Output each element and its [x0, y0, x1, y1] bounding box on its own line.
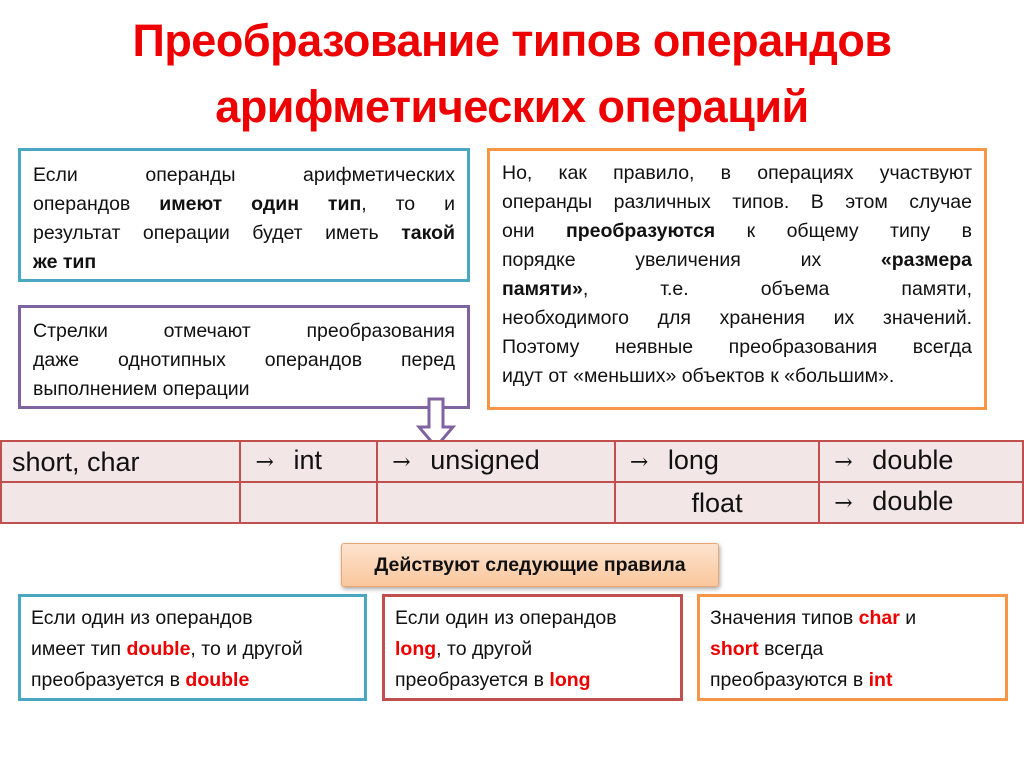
text: операнды различных типов. В этом случае	[502, 191, 972, 213]
text-line: памяти», т.е. объема памяти,	[502, 275, 972, 304]
table-cell	[0, 481, 242, 524]
text-line: Стрелки отмечают преобразования	[33, 317, 455, 346]
text: Поэтому неявные преобразования всегда	[502, 336, 972, 358]
text: результат операции будет иметь	[33, 222, 402, 244]
text: необходимого для хранения их значений.	[502, 307, 972, 329]
text: они	[502, 220, 566, 242]
text: к общему типу в	[715, 220, 972, 242]
type-conversion-table: short, char → int → unsigned → long → double…	[0, 440, 1024, 524]
text-line: long, то другой	[395, 634, 670, 665]
bold-text: «размера	[880, 249, 972, 271]
type-label: short, char	[12, 446, 140, 477]
type-label: int	[293, 445, 322, 475]
text: Если один из операндов	[31, 607, 253, 629]
table-cell: → double	[818, 440, 1024, 483]
text-line: Если операнды арифметических	[33, 161, 455, 190]
text-line: даже однотипных операндов перед	[33, 346, 455, 375]
text: операндов	[33, 193, 160, 215]
table-row: short, char → int → unsigned → long → double	[0, 440, 1024, 483]
text-line: short всегда	[710, 634, 995, 665]
text-line: операндов имеют один тип, то и	[33, 190, 455, 219]
highlight-type: double	[126, 638, 191, 660]
text-line: они преобразуются к общему типу в	[502, 217, 972, 246]
highlight-type: double	[185, 669, 250, 691]
text: , то и	[361, 193, 455, 215]
text: всегда	[758, 638, 824, 660]
bold-text: такой	[401, 222, 455, 244]
text-line: необходимого для хранения их значений.	[502, 304, 972, 333]
table-cell: → unsigned	[376, 440, 616, 483]
text-line: же тип	[33, 248, 455, 277]
text: Стрелки отмечают преобразования	[33, 320, 455, 342]
text-line: порядке увеличения их «размера	[502, 246, 972, 275]
text: , то другой	[436, 638, 533, 660]
rule-char-short: Значения типов char и short всегда преоб…	[697, 594, 1008, 701]
table-cell: → long	[613, 440, 821, 483]
text-line: Значения типов char и	[710, 603, 995, 634]
text-line: преобразуется в long	[395, 665, 670, 696]
text: и	[899, 607, 917, 629]
arrow-icon: →	[255, 450, 274, 475]
table-cell: → int	[239, 440, 379, 483]
text: выполнением операции	[33, 378, 250, 400]
bold-text: преобразуются	[565, 220, 716, 242]
bold-text: имеют один тип	[159, 193, 362, 215]
title-line-1: Преобразование типов операндов	[132, 15, 892, 66]
table-cell: → double	[818, 481, 1024, 524]
text-line: имеет тип double, то и другой	[31, 634, 354, 665]
type-label: float	[691, 487, 743, 518]
arrow-icon: →	[834, 450, 853, 475]
highlight-type: int	[868, 669, 893, 691]
text-line: выполнением операции	[33, 375, 455, 404]
text-line: Поэтому неявные преобразования всегда	[502, 333, 972, 362]
text: Значения типов	[710, 607, 859, 629]
text: даже однотипных операндов перед	[33, 349, 455, 371]
rule-double: Если один из операндов имеет тип double,…	[18, 594, 367, 701]
arrow-icon: →	[392, 450, 411, 475]
type-label: double	[872, 486, 954, 516]
text: преобразуется в	[395, 669, 550, 691]
bold-text: памяти»	[502, 278, 583, 300]
text-line: преобразуется в double	[31, 665, 354, 696]
text-line: операнды различных типов. В этом случае	[502, 188, 972, 217]
highlight-type: long	[395, 638, 437, 660]
arrow-icon: →	[834, 491, 853, 516]
rule-long: Если один из операндов long, то другой п…	[382, 594, 683, 701]
table-cell: short, char	[0, 440, 242, 483]
bold-text: же тип	[33, 251, 97, 273]
text: Если операнды арифметических	[33, 164, 455, 186]
type-label: long	[667, 445, 719, 475]
type-label: double	[872, 445, 954, 475]
text: идут от «меньших» объектов к «большим».	[502, 365, 895, 387]
text: преобразуется в	[31, 669, 186, 691]
same-type-note: Если операнды арифметических операндов и…	[18, 148, 470, 282]
slide-title: Преобразование типов операндов арифметич…	[0, 8, 1024, 140]
text-line: Если один из операндов	[31, 603, 354, 634]
table-cell	[376, 481, 616, 524]
highlight-type: char	[858, 607, 900, 629]
arrow-icon: →	[629, 450, 649, 475]
text: Но, как правило, в операциях участвуют	[502, 162, 972, 184]
table-row: float → double	[0, 481, 1024, 524]
table-cell: float	[613, 481, 821, 524]
text-line: Но, как правило, в операциях участвуют	[502, 159, 972, 188]
text: , то и другой	[190, 638, 303, 660]
text: Если один из операндов	[395, 607, 617, 629]
table-cell	[239, 481, 379, 524]
title-line-2: арифметических операций	[215, 81, 809, 132]
text-line: результат операции будет иметь такой	[33, 219, 455, 248]
text: преобразуются в	[710, 669, 869, 691]
type-label: unsigned	[430, 445, 540, 475]
different-types-note: Но, как правило, в операциях участвуют о…	[487, 148, 987, 410]
text-line: Если один из операндов	[395, 603, 670, 634]
highlight-type: long	[549, 669, 591, 691]
text: имеет тип	[31, 638, 127, 660]
highlight-type: short	[710, 638, 759, 660]
text-line: преобразуются в int	[710, 665, 995, 696]
text: , т.е. объема памяти,	[582, 278, 972, 300]
rules-header: Действуют следующие правила	[341, 543, 719, 587]
text: порядке увеличения их	[502, 249, 881, 271]
text-line: идут от «меньших» объектов к «большим».	[502, 362, 972, 391]
arrows-note: Стрелки отмечают преобразования даже одн…	[18, 305, 470, 409]
